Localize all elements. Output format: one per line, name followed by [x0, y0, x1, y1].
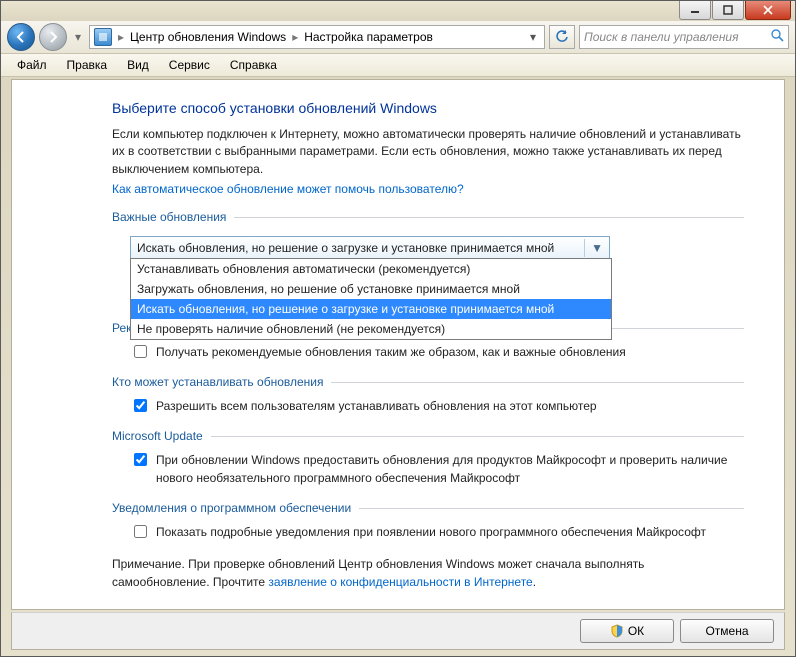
note-suffix: . [533, 575, 536, 589]
close-button[interactable] [745, 1, 791, 20]
dropdown-list: Устанавливать обновления автоматически (… [130, 258, 612, 340]
footer-bar: ОК Отмена [11, 612, 785, 650]
help-link[interactable]: Как автоматическое обновление может помо… [112, 182, 464, 196]
group-important-updates: Важные обновления Искать обновления, но … [112, 210, 744, 259]
content-area: Выберите способ установки обновлений Win… [11, 79, 785, 610]
breadcrumb-chevron-icon: ▸ [292, 30, 298, 44]
dropdown-option[interactable]: Устанавливать обновления автоматически (… [131, 259, 611, 279]
allow-all-users-row[interactable]: Разрешить всем пользователям устанавлива… [130, 397, 744, 415]
menu-bar: Файл Правка Вид Сервис Справка [1, 54, 795, 77]
menu-view[interactable]: Вид [117, 56, 159, 74]
search-box[interactable]: Поиск в панели управления [579, 25, 789, 49]
legend-notify: Уведомления о программном обеспечении [112, 501, 744, 515]
allow-all-users-label: Разрешить всем пользователям устанавлива… [156, 397, 597, 415]
address-bar[interactable]: ▸ Центр обновления Windows ▸ Настройка п… [89, 25, 545, 49]
menu-help[interactable]: Справка [220, 56, 287, 74]
group-microsoft-update: Microsoft Update При обновлении Windows … [112, 429, 744, 487]
notify-label: Показать подробные уведомления при появл… [156, 523, 706, 541]
intro-text: Если компьютер подключен к Интернету, мо… [112, 126, 744, 178]
dropdown-selected: Искать обновления, но решение о загрузке… [137, 239, 554, 257]
search-icon [771, 29, 784, 45]
search-placeholder: Поиск в панели управления [584, 30, 739, 44]
breadcrumb-chevron-icon: ▸ [118, 30, 124, 44]
legend-important: Важные обновления [112, 210, 744, 224]
update-mode-dropdown[interactable]: Искать обновления, но решение о загрузке… [130, 236, 610, 259]
dropdown-option-selected[interactable]: Искать обновления, но решение о загрузке… [131, 299, 611, 319]
menu-file[interactable]: Файл [7, 56, 57, 74]
back-button[interactable] [7, 23, 35, 51]
cancel-button[interactable]: Отмена [680, 619, 774, 643]
chevron-down-icon: ▼ [584, 239, 603, 257]
dropdown-option[interactable]: Не проверять наличие обновлений (не реко… [131, 319, 611, 339]
privacy-link[interactable]: заявление о конфиденциальности в Интерне… [268, 575, 532, 589]
dropdown-option[interactable]: Загружать обновления, но решение об уста… [131, 279, 611, 299]
recommended-checkbox[interactable] [134, 345, 147, 358]
group-notifications: Уведомления о программном обеспечении По… [112, 501, 744, 541]
msupdate-label: При обновлении Windows предоставить обно… [156, 451, 744, 487]
breadcrumb-level-1[interactable]: Центр обновления Windows [130, 30, 286, 44]
allow-all-users-checkbox[interactable] [134, 399, 147, 412]
minimize-button[interactable] [679, 1, 711, 20]
window: ▾ ▸ Центр обновления Windows ▸ Настройка… [0, 0, 796, 657]
page-title: Выберите способ установки обновлений Win… [112, 100, 744, 116]
legend-msupdate: Microsoft Update [112, 429, 744, 443]
address-dropdown-icon[interactable]: ▾ [526, 30, 540, 44]
ok-label: ОК [628, 624, 644, 638]
recommended-label: Получать рекомендуемые обновления таким … [156, 343, 626, 361]
note-text: Примечание. При проверке обновлений Цент… [112, 555, 744, 591]
forward-button[interactable] [39, 23, 67, 51]
recommended-checkbox-row[interactable]: Получать рекомендуемые обновления таким … [130, 343, 744, 361]
refresh-button[interactable] [549, 25, 575, 49]
title-bar [1, 1, 795, 21]
ok-button[interactable]: ОК [580, 619, 674, 643]
control-panel-icon [94, 28, 112, 46]
shield-icon [610, 624, 624, 638]
history-dropdown-icon[interactable]: ▾ [71, 27, 85, 47]
menu-edit[interactable]: Правка [57, 56, 118, 74]
notify-checkbox-row[interactable]: Показать подробные уведомления при появл… [130, 523, 744, 541]
maximize-button[interactable] [712, 1, 744, 20]
msupdate-checkbox[interactable] [134, 453, 147, 466]
group-who-can-install: Кто может устанавливать обновления Разре… [112, 375, 744, 415]
notify-checkbox[interactable] [134, 525, 147, 538]
breadcrumb-level-2[interactable]: Настройка параметров [304, 30, 433, 44]
menu-tools[interactable]: Сервис [159, 56, 220, 74]
legend-who: Кто может устанавливать обновления [112, 375, 744, 389]
navigation-bar: ▾ ▸ Центр обновления Windows ▸ Настройка… [1, 21, 795, 54]
msupdate-checkbox-row[interactable]: При обновлении Windows предоставить обно… [130, 451, 744, 487]
cancel-label: Отмена [705, 624, 748, 638]
